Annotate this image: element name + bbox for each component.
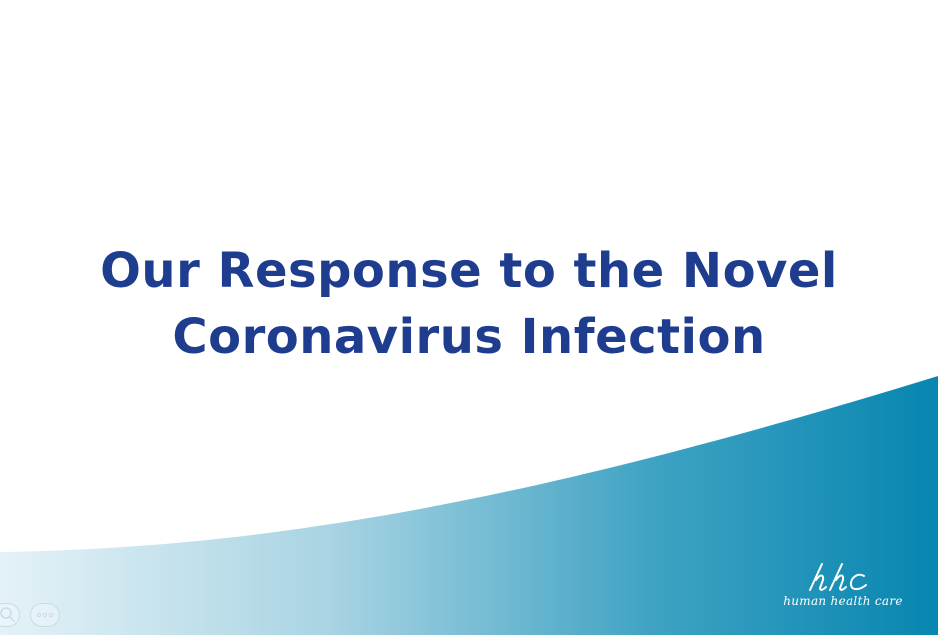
hhc-logo: human health care <box>768 560 918 620</box>
hhc-logo-mark <box>809 563 867 591</box>
zoom-control[interactable] <box>0 603 20 627</box>
magnifier-icon <box>0 607 15 622</box>
slide-title: Our Response to the Novel Coronavirus In… <box>0 238 938 370</box>
more-options-control[interactable] <box>30 603 60 627</box>
logo-tagline: human health care <box>783 594 903 608</box>
slide-title-line-1: Our Response to the Novel <box>100 243 838 299</box>
slide: Our Response to the Novel Coronavirus In… <box>0 0 938 635</box>
slide-title-line-2: Coronavirus Infection <box>172 309 766 365</box>
ellipsis-icon <box>36 612 54 618</box>
